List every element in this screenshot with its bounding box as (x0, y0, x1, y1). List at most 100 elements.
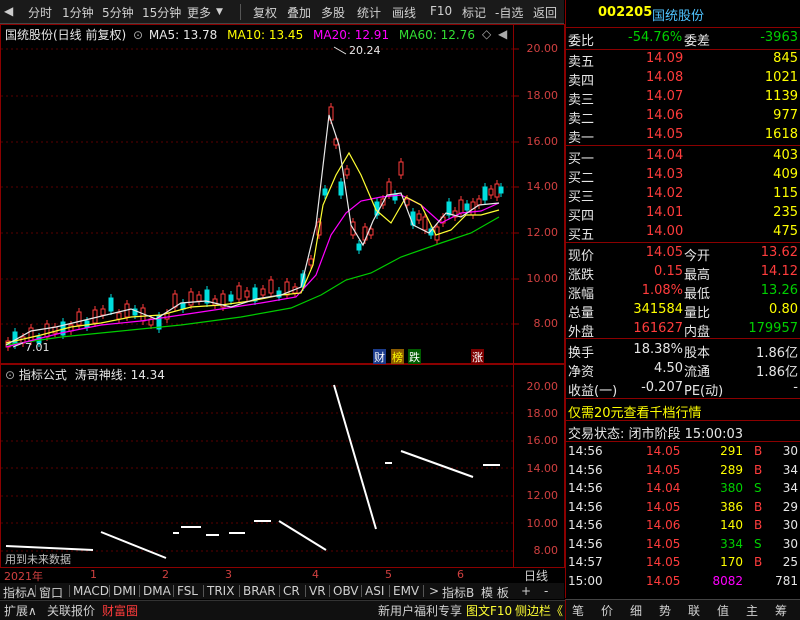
candle-body (196, 294, 202, 302)
panel-tab[interactable]: 势 (659, 602, 671, 619)
weicha-label: 委差 (684, 34, 711, 49)
expand-button[interactable]: 扩展∧ (4, 602, 37, 619)
stat-value: 13.62 (760, 245, 798, 260)
new-user-benefit-link[interactable]: 新用户福利专享 (378, 602, 462, 619)
tab-1min[interactable]: 1分钟 (62, 4, 94, 21)
indicator-tab-brar[interactable]: BRAR (243, 584, 276, 598)
stat-label: 流通 (684, 365, 711, 380)
f10-graphic-tab[interactable]: 图文F10 (466, 602, 512, 619)
panel-tab[interactable]: 笔 (572, 602, 584, 619)
stat-label: 涨跌 (568, 268, 595, 283)
buys-volume: 475 (773, 224, 798, 239)
indicator-tab-obv[interactable]: OBV (333, 584, 359, 598)
panel-tab-bar: 笔价细势联值主筹 (565, 599, 800, 620)
tick-row: 15:00 14.05 8082 781 (566, 573, 800, 592)
tab-15min[interactable]: 15分钟 (142, 4, 181, 21)
tick-price: 14.05 (646, 444, 681, 458)
indicator-tab-trix[interactable]: TRIX (207, 584, 234, 598)
price-tick: 10.00 (526, 272, 559, 285)
stat-value: 18.38% (633, 342, 683, 357)
price-tick: 20.00 (526, 42, 559, 55)
tick-row: 14:56 14.04 380 S 34 (566, 480, 800, 499)
panel-tab[interactable]: 值 (717, 602, 729, 619)
tick-price: 14.04 (646, 481, 681, 495)
drop-marker[interactable]: 跌 (408, 349, 421, 365)
finance-marker[interactable]: 财 (373, 349, 386, 365)
sells-volume: 977 (773, 108, 798, 123)
tab-separator (423, 585, 424, 597)
panel-tab[interactable]: 价 (601, 602, 613, 619)
more-tabs-arrow-icon[interactable]: > (429, 584, 439, 598)
buys-price: 14.04 (646, 148, 684, 163)
indicator-tab-right[interactable]: - (544, 584, 548, 598)
panel-tab[interactable]: 联 (688, 602, 700, 619)
indicator-tab-right[interactable]: 指标B (442, 584, 474, 601)
panel-tab[interactable]: 主 (746, 602, 758, 619)
tab-more[interactable]: 更多 (187, 4, 211, 21)
wealth-circle-tab[interactable]: 财富圈 (102, 602, 138, 619)
kline-chart[interactable]: 国统股份(日线 前复权) ⊙ MA5: 13.78 MA10: 13.45 MA… (0, 24, 565, 365)
biaoji-button[interactable]: 标记 (462, 4, 486, 21)
indicator-tab-dma[interactable]: DMA (143, 584, 171, 598)
indicator-chart[interactable]: ⊙ 指标公式 涛哥神线: 14.34 用到未来数据 20.00 18.00 16… (0, 364, 565, 568)
indicator-tab-right[interactable]: + (521, 584, 531, 598)
sells-volume: 1021 (764, 70, 798, 85)
panel-tab[interactable]: 细 (630, 602, 642, 619)
sells-row: 卖一 14.05 1618 (566, 126, 800, 146)
f10-button[interactable]: F10 (430, 4, 452, 18)
buys-volume: 409 (773, 167, 798, 182)
stat-value: 14.12 (760, 264, 798, 279)
tick-price: 14.05 (646, 499, 681, 514)
price-tick: 14.00 (526, 180, 559, 193)
weibi-value: -54.76% (628, 30, 683, 45)
chevron-down-icon[interactable]: ▼ (216, 7, 223, 17)
promo-link[interactable]: 仅需20元查看千档行情 (568, 402, 702, 421)
huaxian-button[interactable]: 画线 (392, 4, 416, 21)
indicator-tick: 20.00 (526, 380, 559, 393)
indicator-tab-macd[interactable]: MACD (73, 584, 109, 598)
zixuan-button[interactable]: -自选 (495, 4, 523, 21)
rise-marker[interactable]: 涨 (471, 349, 484, 365)
stock-code: 002205 (598, 5, 653, 20)
diejia-button[interactable]: 叠加 (287, 4, 311, 21)
sidebar-toggle-icon[interactable]: ◀ (4, 4, 13, 18)
tick-row: 14:56 14.06 140 B 30 (566, 517, 800, 536)
buys-volume: 235 (773, 205, 798, 220)
stat-row: 换手 18.38% 股本 1.86亿 (566, 341, 800, 361)
tick-price: 14.05 (646, 555, 681, 569)
indicator-tab-asi[interactable]: ASI (365, 584, 384, 598)
candle-body (244, 290, 250, 298)
tab-fenshi[interactable]: 分时 (28, 4, 52, 21)
indicator-tab-emv[interactable]: EMV (393, 584, 419, 598)
sidebar-tab[interactable]: 侧边栏《 (515, 602, 563, 619)
period-label[interactable]: 日线 (524, 567, 548, 584)
duogu-button[interactable]: 多股 (321, 4, 345, 21)
ranking-marker[interactable]: 榜 (391, 349, 404, 365)
sells-row: 卖二 14.06 977 (566, 107, 800, 127)
tick-side: B (754, 518, 763, 532)
indicator-tab-vr[interactable]: VR (309, 584, 326, 598)
indicator-tab-cr[interactable]: CR (283, 584, 300, 598)
candle-body (100, 308, 106, 316)
tick-count: 34 (782, 462, 798, 477)
sells-label: 卖五 (568, 55, 595, 70)
indicator-tab-dmi[interactable]: DMI (113, 584, 136, 598)
fuquan-button[interactable]: 复权 (253, 4, 277, 21)
tab-separator (279, 585, 280, 597)
indicator-tick: 18.00 (526, 407, 559, 420)
back-button[interactable]: 返回 (533, 4, 557, 21)
tab-5min[interactable]: 5分钟 (102, 4, 134, 21)
candle-body (172, 293, 178, 308)
month-tick: 2 (162, 568, 169, 581)
kline-svg (1, 46, 519, 351)
tongji-button[interactable]: 统计 (357, 4, 381, 21)
indicator-tab-right[interactable]: 模 板 (481, 584, 509, 601)
stat-row: 总量 341584 量比 0.80 (566, 301, 800, 321)
indicator-tab-指标a[interactable]: 指标A (3, 584, 35, 601)
indicator-tab-fsl[interactable]: FSL (177, 584, 198, 598)
indicator-tick: 14.00 (526, 462, 559, 475)
related-quote-tab[interactable]: 关联报价 (47, 602, 95, 619)
month-tick: 4 (312, 568, 319, 581)
panel-tab[interactable]: 筹 (775, 602, 787, 619)
indicator-tab-窗口[interactable]: 窗口 (39, 584, 63, 601)
